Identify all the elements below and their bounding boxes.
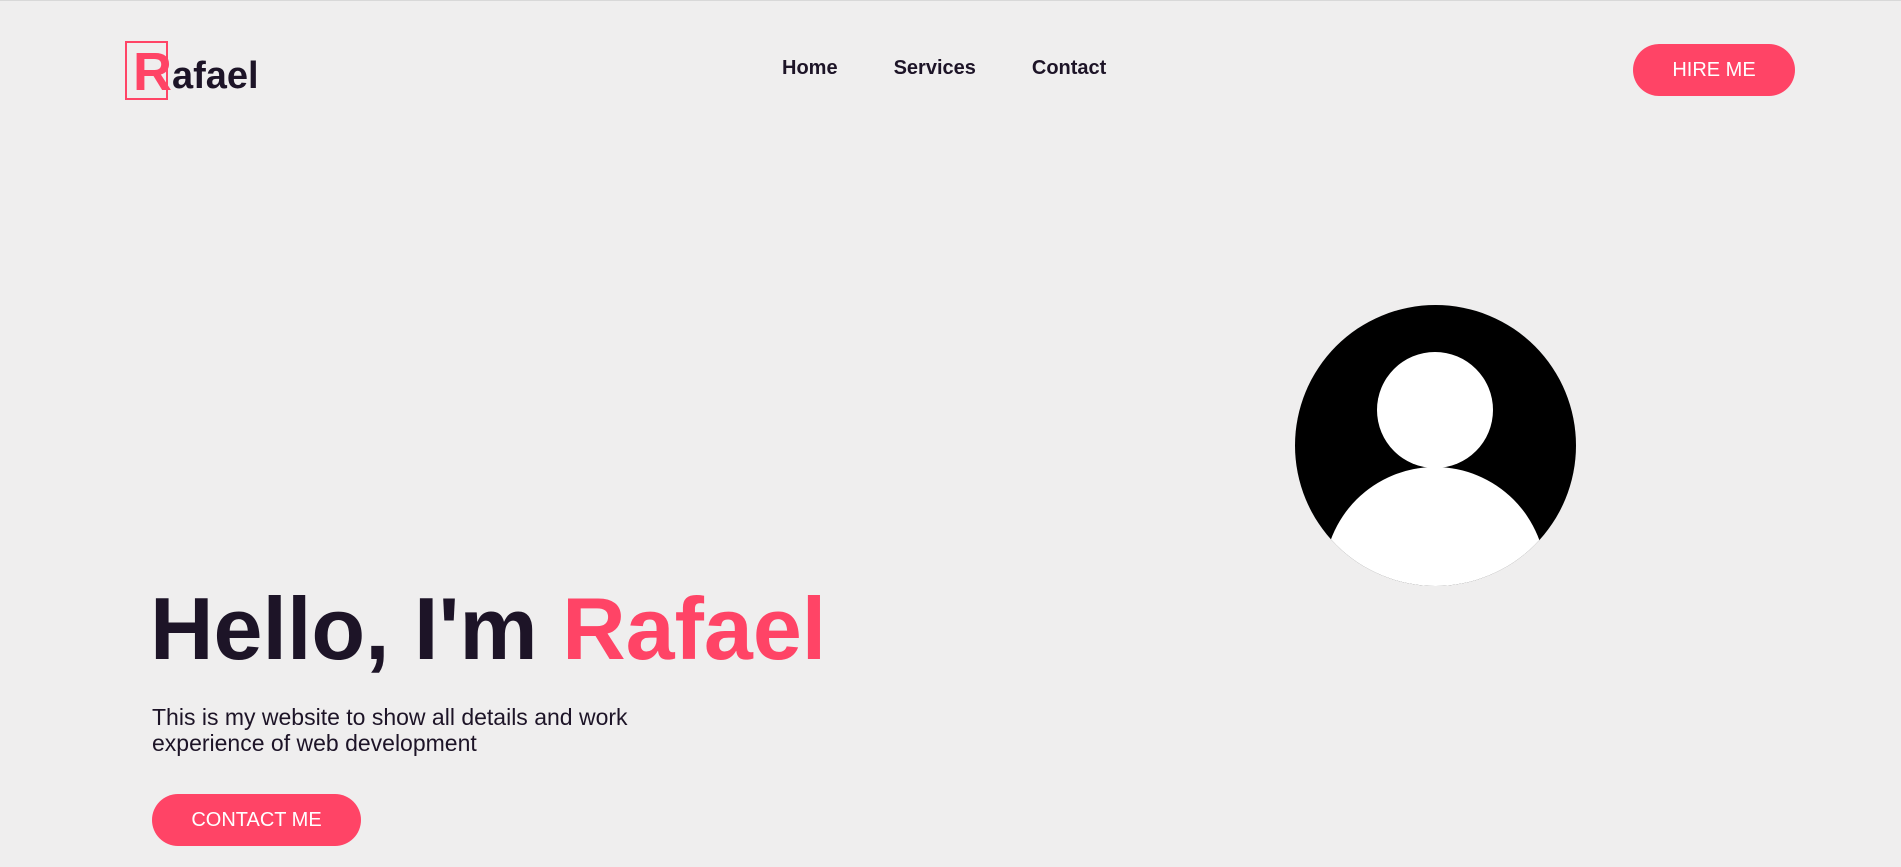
main-nav: Home Services Contact — [782, 57, 1106, 80]
hire-me-button[interactable]: HIRE ME — [1633, 44, 1795, 96]
hero-title-name: Rafael — [562, 579, 827, 678]
logo-text: afael — [172, 55, 259, 97]
page: R afael Home Services Contact HIRE ME He… — [0, 0, 1901, 867]
nav-contact-link[interactable]: Contact — [1032, 57, 1106, 80]
hero-title-prefix: Hello, I'm — [150, 579, 563, 678]
hero-title: Hello, I'm Rafael — [150, 581, 826, 677]
nav-services-link[interactable]: Services — [894, 57, 976, 80]
contact-me-button[interactable]: CONTACT ME — [152, 794, 361, 846]
logo[interactable]: R afael — [125, 41, 259, 102]
hero-description: This is my website to show all details a… — [152, 704, 628, 756]
logo-initial: R — [133, 42, 172, 102]
nav-home-link[interactable]: Home — [782, 57, 838, 80]
avatar-head — [1377, 352, 1493, 468]
avatar-body — [1324, 467, 1546, 586]
user-avatar-icon — [1295, 305, 1576, 586]
